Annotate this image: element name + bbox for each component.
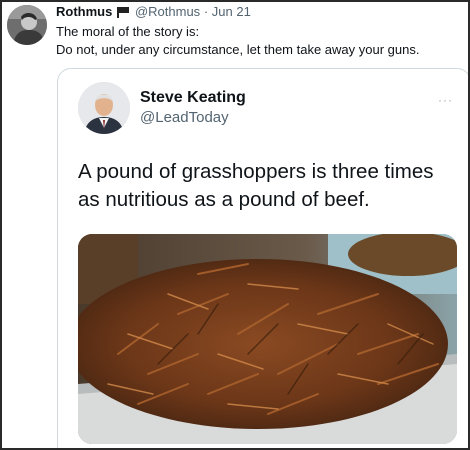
tweet-date[interactable]: Jun 21	[212, 4, 251, 19]
quoted-avatar[interactable]	[78, 82, 130, 134]
quoted-tweet-card[interactable]: Steve Keating @LeadToday ··· A pound of …	[57, 68, 468, 448]
grasshopper-photo[interactable]	[78, 234, 457, 444]
black-flag-icon	[117, 7, 129, 18]
outer-tweet-header: Rothmus @Rothmus · Jun 21	[56, 4, 251, 20]
quoted-display-name[interactable]: Steve Keating	[140, 89, 246, 107]
outer-text-line-2: Do not, under any circumstance, let them…	[56, 42, 420, 57]
outer-avatar[interactable]	[7, 5, 47, 45]
grasshopper-image	[78, 234, 457, 444]
outer-display-name[interactable]: Rothmus	[56, 4, 112, 19]
outer-text-line-1: The moral of the story is:	[56, 24, 200, 39]
quoted-tweet-text: A pound of grasshoppers is three times a…	[78, 160, 434, 211]
screenshot-frame: Rothmus @Rothmus · Jun 21 The moral of t…	[0, 0, 470, 450]
separator-dot: ·	[203, 4, 209, 19]
quoted-handle[interactable]: @LeadToday	[140, 109, 229, 126]
outer-handle[interactable]: @Rothmus	[135, 4, 200, 19]
more-options-icon[interactable]: ···	[438, 93, 453, 107]
outer-tweet-text: The moral of the story is: Do not, under…	[56, 23, 419, 59]
